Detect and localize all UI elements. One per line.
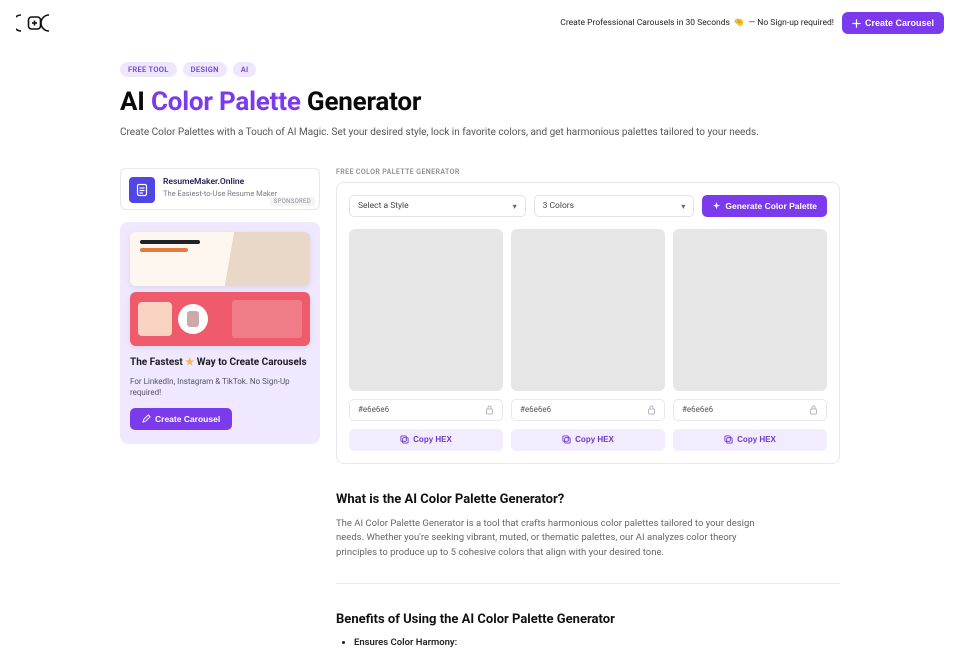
hex-input[interactable]: #e6e6e6 [511, 399, 665, 421]
generator-card: Select a Style ▾ 3 Colors ▾ Generat [336, 182, 840, 464]
generate-button[interactable]: Generate Color Palette [702, 195, 827, 217]
copy-hex-button[interactable]: Copy HEX [511, 429, 665, 451]
pinch-icon: 🤏 [734, 18, 745, 28]
generate-label: Generate Color Palette [725, 201, 817, 211]
resume-icon [129, 177, 155, 203]
columns: ResumeMaker.Online The Easiest-to-Use Re… [120, 168, 840, 648]
site-logo[interactable] [16, 14, 54, 32]
copy-hex-button[interactable]: Copy HEX [349, 429, 503, 451]
count-select[interactable]: 3 Colors ▾ [534, 195, 695, 217]
hex-value: #e6e6e6 [682, 405, 713, 414]
swatch-row: #e6e6e6 Copy HEX [349, 229, 827, 451]
ad-sponsored-label: SPONSORED [270, 197, 315, 206]
edit-icon [142, 414, 151, 423]
hex-input[interactable]: #e6e6e6 [349, 399, 503, 421]
promo-cta-label: Create Carousel [155, 414, 220, 424]
top-bar: Create Professional Carousels in 30 Seco… [0, 0, 960, 42]
chevron-down-icon: ▾ [513, 202, 517, 211]
color-swatch[interactable] [349, 229, 503, 391]
sparkle-icon [712, 202, 721, 211]
benefits-list: Ensures Color Harmony: [336, 637, 840, 648]
lock-icon[interactable] [485, 405, 494, 415]
swatch-1: #e6e6e6 Copy HEX [349, 229, 503, 451]
copy-icon [400, 435, 409, 444]
header-promo: Create Professional Carousels in 30 Seco… [560, 18, 834, 28]
promo-create-carousel-button[interactable]: Create Carousel [130, 408, 232, 430]
header-right: Create Professional Carousels in 30 Seco… [560, 12, 944, 34]
lock-icon[interactable] [647, 405, 656, 415]
promo-thumbnails [130, 232, 310, 346]
copy-icon [724, 435, 733, 444]
promo-thumb-1 [130, 232, 310, 286]
swatch-3: #e6e6e6 Copy HEX [673, 229, 827, 451]
article-paragraph-1: The AI Color Palette Generator is a tool… [336, 517, 766, 561]
article-heading-1: What is the AI Color Palette Generator? [336, 492, 840, 507]
badge-free-tool: FREE TOOL [120, 62, 177, 77]
swatch-2: #e6e6e6 Copy HEX [511, 229, 665, 451]
page-subtitle: Create Color Palettes with a Touch of AI… [120, 125, 760, 140]
promo-title: The Fastest ★ Way to Create Carousels [130, 356, 310, 370]
badge-design: DESIGN [183, 62, 227, 77]
copy-hex-button[interactable]: Copy HEX [673, 429, 827, 451]
copy-label: Copy HEX [413, 435, 452, 444]
hex-value: #e6e6e6 [520, 405, 551, 414]
copy-label: Copy HEX [737, 435, 776, 444]
create-carousel-button[interactable]: Create Carousel [842, 12, 944, 34]
lock-icon[interactable] [809, 405, 818, 415]
create-carousel-label: Create Carousel [865, 18, 934, 28]
divider [336, 583, 840, 584]
header-promo-note: — No Sign-up required! [749, 18, 834, 28]
article-heading-2: Benefits of Using the AI Color Palette G… [336, 612, 840, 627]
chevron-down-icon: ▾ [681, 202, 685, 211]
ad-title: ResumeMaker.Online [163, 177, 277, 187]
page: FREE TOOL DESIGN AI AI Color Palette Gen… [120, 62, 840, 648]
main: FREE COLOR PALETTE GENERATOR Select a St… [336, 168, 840, 648]
copy-label: Copy HEX [575, 435, 614, 444]
plus-icon [852, 19, 861, 28]
generator-label: FREE COLOR PALETTE GENERATOR [336, 168, 840, 176]
hex-value: #e6e6e6 [358, 405, 389, 414]
ad-subtitle: The Easiest-to-Use Resume Maker [163, 189, 277, 199]
style-select-value: Select a Style [358, 201, 409, 211]
generator-controls: Select a Style ▾ 3 Colors ▾ Generat [349, 195, 827, 217]
badge-ai: AI [233, 62, 257, 77]
badge-row: FREE TOOL DESIGN AI [120, 62, 840, 77]
promo-subtitle: For LinkedIn, Instagram & TikTok. No Sig… [130, 376, 310, 398]
hex-input[interactable]: #e6e6e6 [673, 399, 827, 421]
page-title: AI Color Palette Generator [120, 87, 840, 117]
benefit-item: Ensures Color Harmony: [354, 637, 840, 648]
header-promo-text: Create Professional Carousels in 30 Seco… [560, 18, 730, 28]
promo-thumb-2 [130, 292, 310, 346]
count-select-value: 3 Colors [543, 201, 574, 211]
color-swatch[interactable] [673, 229, 827, 391]
star-icon: ★ [185, 357, 194, 368]
color-swatch[interactable] [511, 229, 665, 391]
sidebar: ResumeMaker.Online The Easiest-to-Use Re… [120, 168, 320, 444]
promo-card: The Fastest ★ Way to Create Carousels Fo… [120, 222, 320, 444]
copy-icon [562, 435, 571, 444]
style-select[interactable]: Select a Style ▾ [349, 195, 526, 217]
sponsored-ad[interactable]: ResumeMaker.Online The Easiest-to-Use Re… [120, 168, 320, 210]
